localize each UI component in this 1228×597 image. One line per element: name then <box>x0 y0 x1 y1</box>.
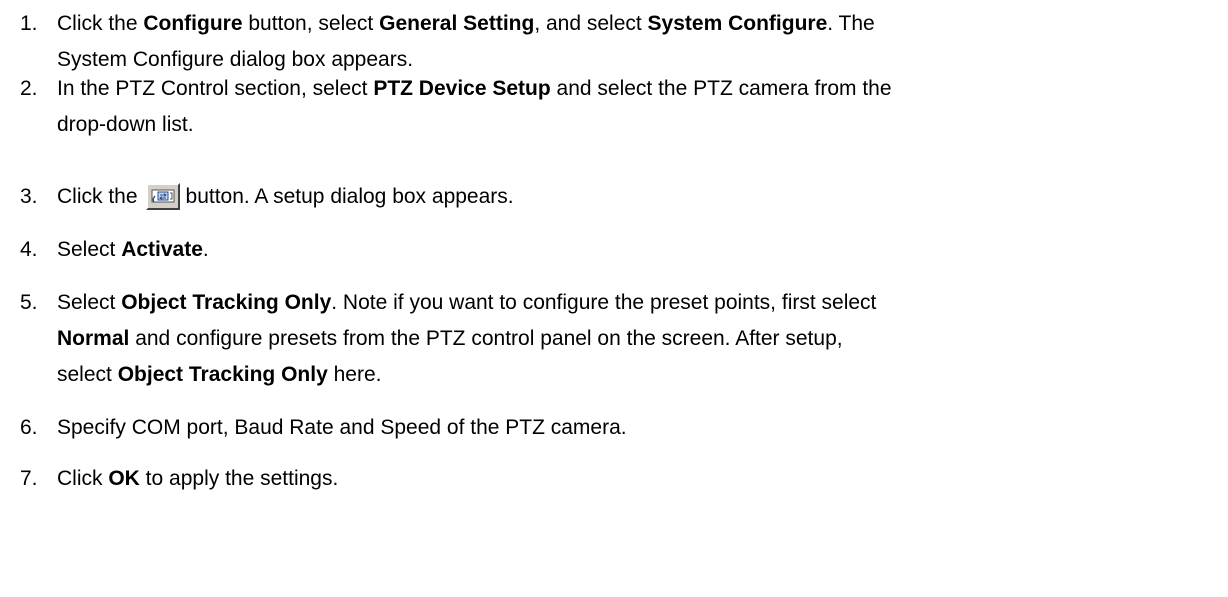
step-text-segment: Click the <box>57 12 144 35</box>
step-number: 7. <box>20 467 38 490</box>
step-text: Click the Configure button, select Gener… <box>57 6 1225 78</box>
bold-ui-term: General Setting <box>379 12 535 35</box>
step-text-segment: and configure presets from the PTZ contr… <box>129 327 843 350</box>
step-text-segment: Select <box>57 238 122 261</box>
bold-ui-term: Normal <box>57 327 130 350</box>
ptz-setup-button-icon <box>145 183 180 210</box>
bold-ui-term: OK <box>108 467 140 490</box>
step-text-segment: button. A setup dialog box appears. <box>185 185 514 208</box>
step-text-line: Select Object Tracking Only. Note if you… <box>57 285 1225 321</box>
step-text: Click the button. A setup dialog box appe… <box>57 179 1225 215</box>
step-text-segment: In the PTZ Control section, select <box>57 77 374 100</box>
step-text-line: Select Activate. <box>57 232 1225 268</box>
bold-ui-term: PTZ Device Setup <box>373 77 551 100</box>
step-text-segment: Specify COM port, Baud Rate and Speed of… <box>57 416 627 439</box>
bold-ui-term: Object Tracking Only <box>117 363 328 386</box>
step-text-line: Normal and configure presets from the PT… <box>57 321 1225 357</box>
step-number: 6. <box>20 416 38 439</box>
step-text-segment: . <box>202 238 209 261</box>
step-text-line: select Object Tracking Only here. <box>57 357 1225 393</box>
step-text-segment: and select the PTZ camera from the <box>550 77 892 100</box>
step-text-segment: select <box>57 363 118 386</box>
step-text-line: Click OK to apply the settings. <box>57 461 1225 497</box>
step-text: In the PTZ Control section, select PTZ D… <box>57 71 1225 143</box>
step-text-segment: here. <box>327 363 382 386</box>
step-number: 1. <box>20 12 38 35</box>
step-number: 3. <box>20 185 38 208</box>
step-number: 5. <box>20 291 38 314</box>
step-text-segment: System Configure dialog box appears. <box>57 48 414 71</box>
bold-ui-term: Activate <box>121 238 203 261</box>
bold-ui-term: Object Tracking Only <box>121 291 332 314</box>
step-text-line: Specify COM port, Baud Rate and Speed of… <box>57 410 1225 446</box>
step-text: Click OK to apply the settings. <box>57 461 1225 497</box>
step-text-segment: . Note if you want to configure the pres… <box>331 291 877 314</box>
step-text-line: Click the button. A setup dialog box appe… <box>57 179 1225 215</box>
step-text-line: drop-down list. <box>57 107 1225 143</box>
step-text-segment: to apply the settings. <box>139 467 339 490</box>
step-number: 4. <box>20 238 38 261</box>
bold-ui-term: System Configure <box>647 12 828 35</box>
step-text: Select Activate. <box>57 232 1225 268</box>
step-text-line: In the PTZ Control section, select PTZ D… <box>57 71 1225 107</box>
step-text-segment: . The <box>827 12 875 35</box>
step-text-segment: Select <box>57 291 122 314</box>
step-text-segment: , and select <box>534 12 648 35</box>
step-number: 2. <box>20 77 38 100</box>
step-text: Specify COM port, Baud Rate and Speed of… <box>57 410 1225 446</box>
step-text-segment: Click <box>57 467 109 490</box>
step-text-segment: button, select <box>242 12 380 35</box>
step-text-segment: Click the <box>57 185 138 208</box>
step-text-line: Click the Configure button, select Gener… <box>57 6 1225 42</box>
bold-ui-term: Configure <box>143 12 243 35</box>
step-text-segment: drop-down list. <box>57 113 194 136</box>
step-text: Select Object Tracking Only. Note if you… <box>57 285 1225 393</box>
